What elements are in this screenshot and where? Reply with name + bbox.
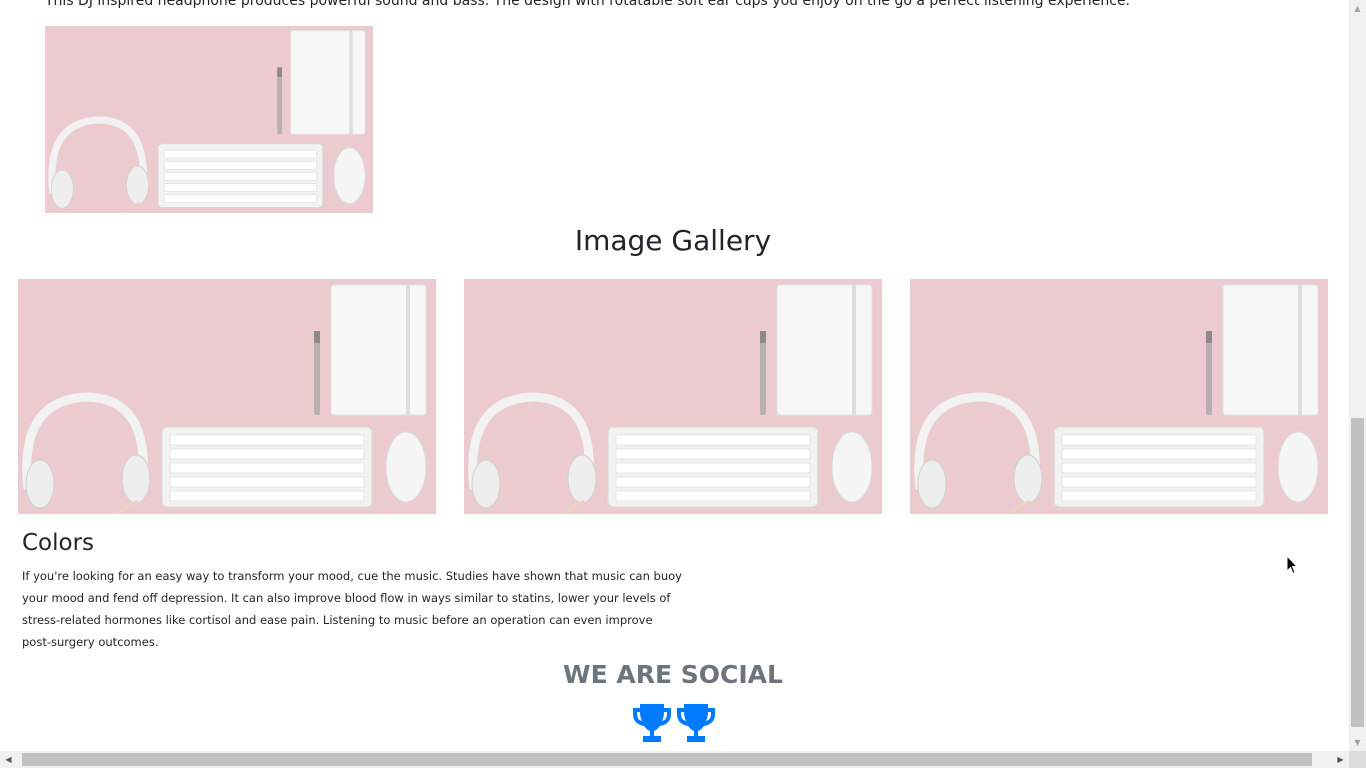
scrollbar-corner — [1349, 751, 1366, 768]
gallery-image-3[interactable] — [910, 279, 1328, 514]
intro-paragraph: This DJ inspired headphone produces powe… — [45, 0, 1131, 9]
social-title: WE ARE SOCIAL — [563, 660, 783, 689]
scroll-up-arrow-icon[interactable]: ▲ — [1349, 0, 1366, 17]
colors-paragraph: If you're looking for an easy way to tra… — [22, 569, 682, 649]
social-icons — [632, 702, 716, 746]
scroll-left-arrow-icon[interactable]: ◀ — [0, 751, 17, 768]
gallery-image-1[interactable] — [18, 279, 436, 514]
trophy-icon[interactable] — [632, 702, 672, 744]
mouse-cursor-icon — [1286, 555, 1298, 575]
page-viewport: This DJ inspired headphone produces powe… — [0, 0, 1349, 751]
gallery-title: Image Gallery — [574, 224, 772, 257]
scroll-right-arrow-icon[interactable]: ▶ — [1332, 751, 1349, 768]
horizontal-scrollbar[interactable]: ◀ ▶ — [0, 751, 1349, 768]
vertical-scrollbar[interactable]: ▲ ▼ — [1349, 0, 1366, 751]
gallery-image-2[interactable] — [464, 279, 882, 514]
headphones-photo — [45, 26, 373, 213]
scroll-down-arrow-icon[interactable]: ▼ — [1349, 734, 1366, 751]
horizontal-scroll-thumb[interactable] — [22, 753, 1312, 766]
colors-heading: Colors — [22, 530, 95, 556]
trophy-icon[interactable] — [676, 702, 716, 744]
vertical-scroll-thumb[interactable] — [1351, 418, 1364, 727]
